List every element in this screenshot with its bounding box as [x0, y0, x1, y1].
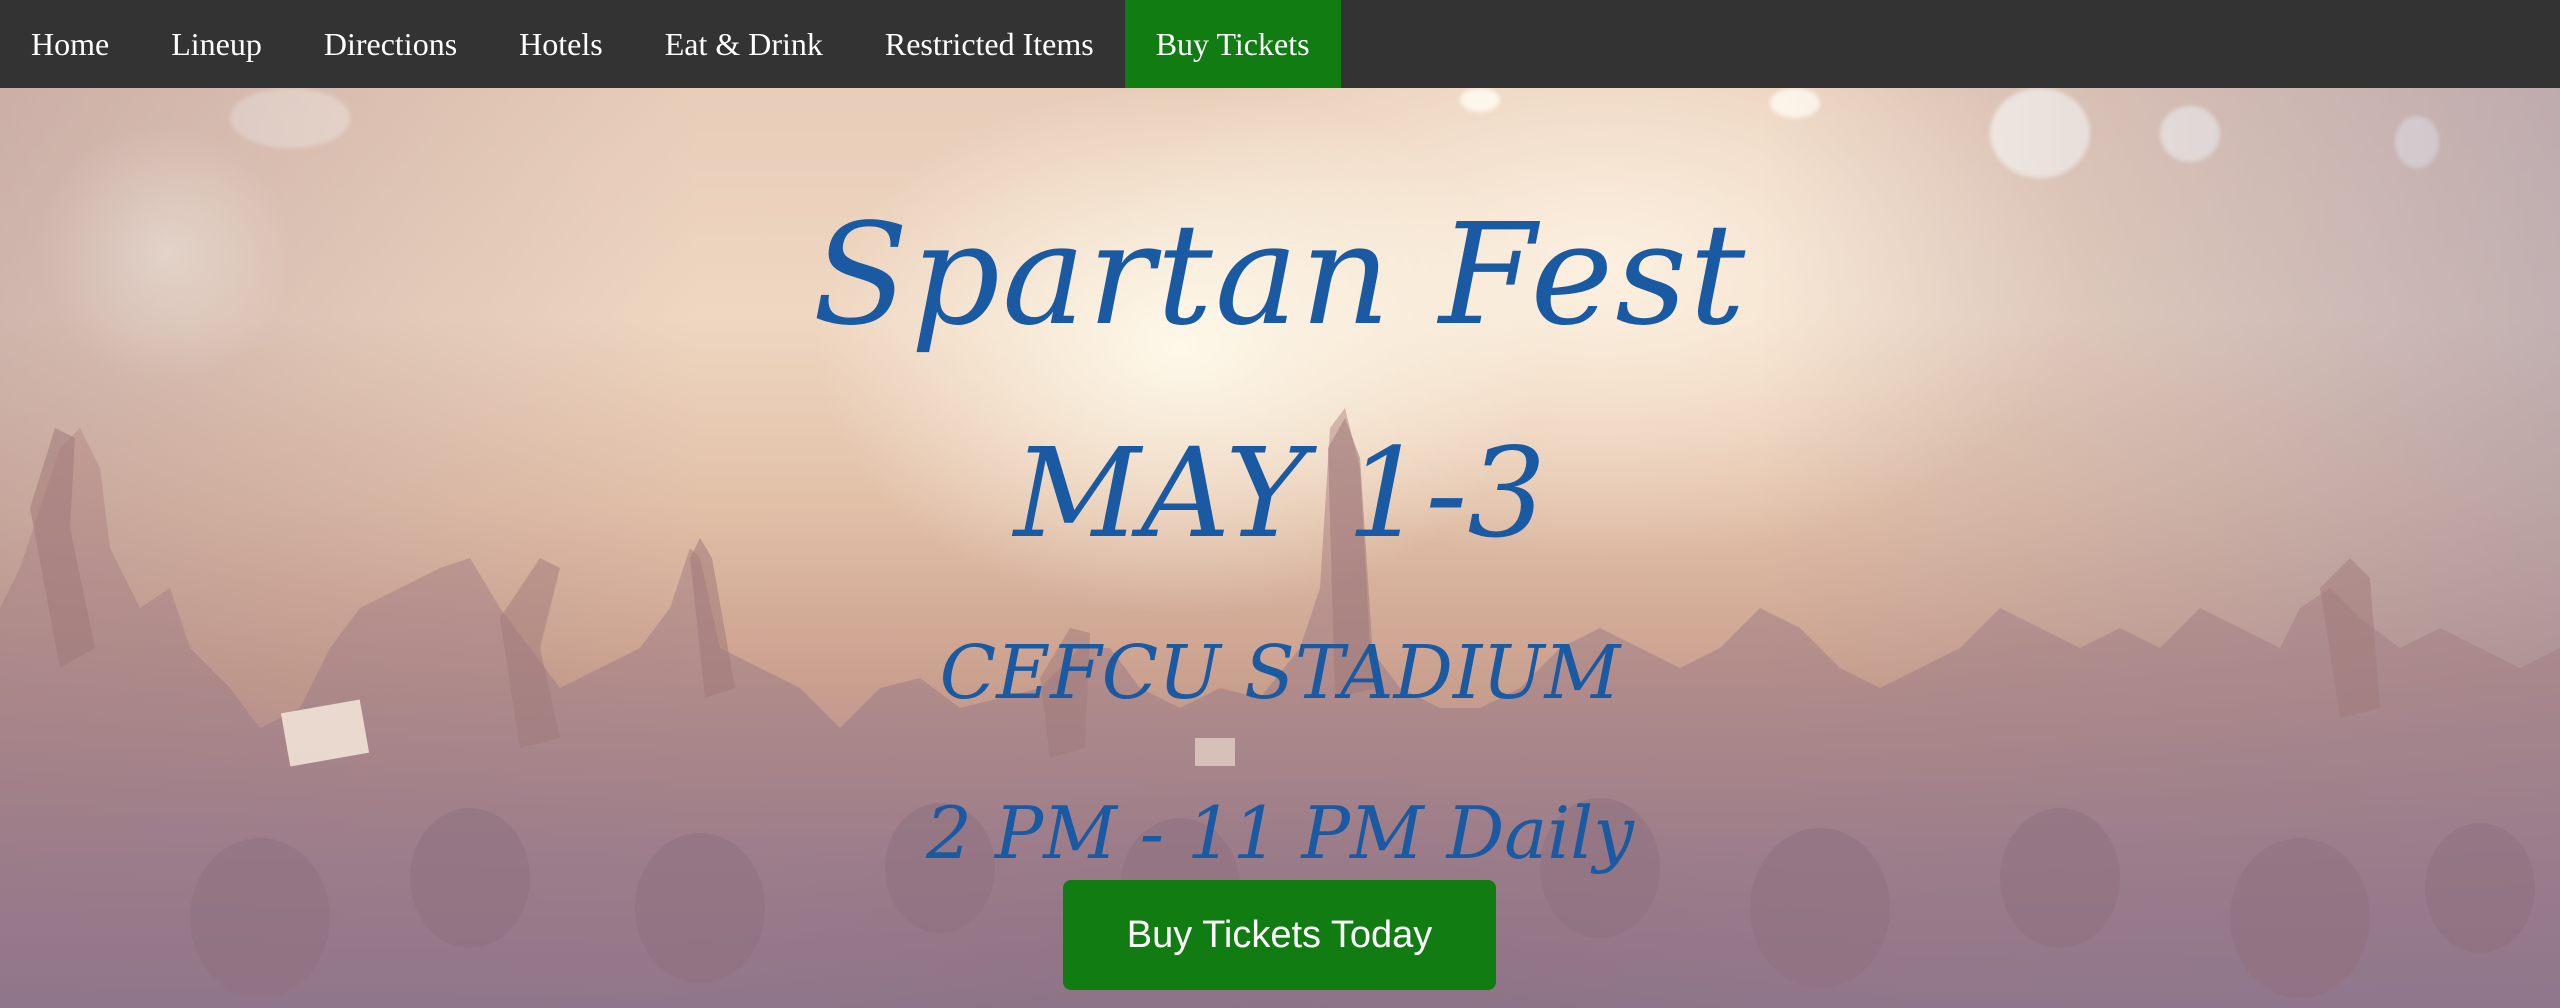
nav-item-lineup[interactable]: Lineup — [140, 0, 293, 88]
page: Home Lineup Directions Hotels Eat & Drin… — [0, 0, 2560, 1008]
hero-banner: Spartan Fest MAY 1-3 CEFCU STADIUM 2 PM … — [0, 88, 2560, 1008]
nav-item-directions[interactable]: Directions — [293, 0, 488, 88]
festival-hours: 2 PM - 11 PM Daily — [926, 791, 1634, 875]
festival-dates: MAY 1-3 — [1013, 422, 1547, 566]
nav-item-eat-drink[interactable]: Eat & Drink — [634, 0, 854, 88]
festival-venue: CEFCU STADIUM — [939, 630, 1621, 716]
buy-tickets-today-button[interactable]: Buy Tickets Today — [1063, 880, 1496, 990]
nav-item-hotels[interactable]: Hotels — [488, 0, 634, 88]
top-navbar: Home Lineup Directions Hotels Eat & Drin… — [0, 0, 2560, 88]
nav-item-buy-tickets[interactable]: Buy Tickets — [1124, 0, 1341, 88]
festival-title: Spartan Fest — [812, 194, 1748, 357]
nav-item-restricted-items[interactable]: Restricted Items — [854, 0, 1125, 88]
nav-item-home[interactable]: Home — [0, 0, 140, 88]
